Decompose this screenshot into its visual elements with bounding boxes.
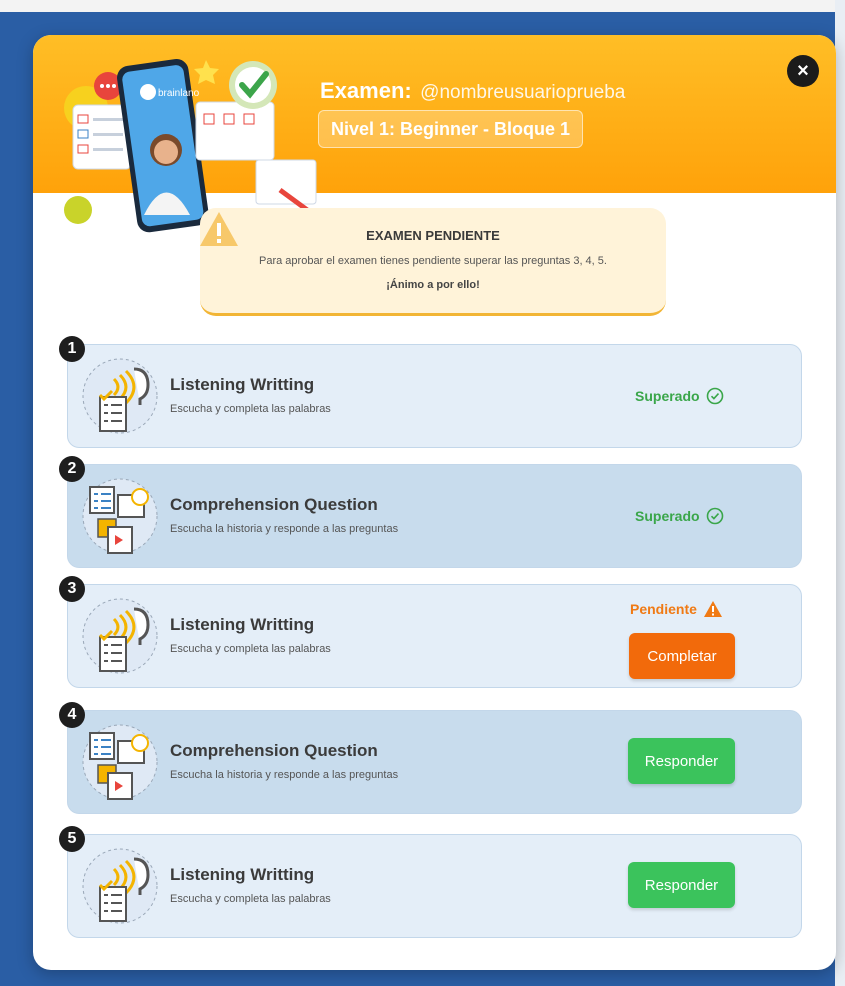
question-title: Listening Writting [170, 615, 315, 634]
question-card-4: 4 Comprehension Question Escucha la hist… [59, 702, 802, 814]
exam-username: @nombreusuarioprueba [420, 82, 626, 103]
status-passed: Superado [635, 507, 724, 525]
question-title: Listening Writting [170, 375, 315, 394]
question-subtitle: Escucha y completa las palabras [170, 643, 331, 655]
question-card-5: 5 Listening Writting Escucha y completa … [59, 826, 802, 938]
status-label: Superado [635, 508, 700, 524]
exam-title: Examen: @nombreusuarioprueba [320, 78, 625, 104]
status-label: Superado [635, 388, 700, 404]
check-circle-icon [706, 507, 723, 525]
question-card-1: 1 Listening Writting Escucha y completa … [59, 336, 802, 448]
background-top-strip [0, 0, 845, 12]
close-button[interactable]: × [787, 55, 819, 87]
warning-icon [200, 212, 238, 246]
complete-button[interactable]: Completar [629, 633, 735, 679]
close-icon: × [797, 59, 809, 82]
background-right-strip [835, 0, 845, 986]
ear-audio-checklist-icon [82, 358, 158, 434]
question-subtitle: Escucha y completa las palabras [170, 893, 331, 905]
status-passed: Superado [635, 387, 724, 405]
question-card-3: 3 Listening Writting Escucha y completa … [59, 576, 802, 688]
modal-header: brainlano Examen: @nombreusuarioprueba N… [33, 35, 836, 233]
documents-video-icon [82, 478, 158, 554]
warning-triangle-icon [703, 601, 722, 617]
documents-video-icon [82, 724, 158, 800]
check-circle-icon [706, 387, 723, 405]
level-badge: Nivel 1: Beginner - Bloque 1 [318, 110, 584, 148]
question-title: Listening Writting [170, 865, 315, 884]
exam-title-label: Examen: [320, 78, 412, 103]
respond-button[interactable]: Responder [628, 862, 735, 908]
question-title: Comprehension Question [170, 495, 378, 514]
question-subtitle: Escucha la historia y responde a las pre… [170, 769, 399, 781]
question-card-2: 2 Comprehension Question Escucha la hist… [59, 456, 802, 568]
status-label: Pendiente [630, 601, 697, 617]
alert-title: EXAMEN PENDIENTE [366, 228, 500, 243]
status-pending: Pendiente [630, 600, 723, 618]
question-title: Comprehension Question [170, 741, 378, 760]
respond-button[interactable]: Responder [628, 738, 735, 784]
pending-exam-alert: EXAMEN PENDIENTE Para aprobar el examen … [200, 208, 666, 316]
svg-text:brainlano: brainlano [158, 88, 200, 99]
ear-audio-checklist-icon [82, 598, 158, 674]
ear-audio-checklist-icon [82, 848, 158, 924]
exam-modal: brainlano Examen: @nombreusuarioprueba N… [33, 35, 836, 970]
question-subtitle: Escucha y completa las palabras [170, 403, 331, 415]
question-subtitle: Escucha la historia y responde a las pre… [170, 523, 399, 535]
alert-text: Para aprobar el examen tienes pendiente … [259, 255, 607, 267]
alert-cheer: ¡Ánimo a por ello! [386, 279, 480, 291]
